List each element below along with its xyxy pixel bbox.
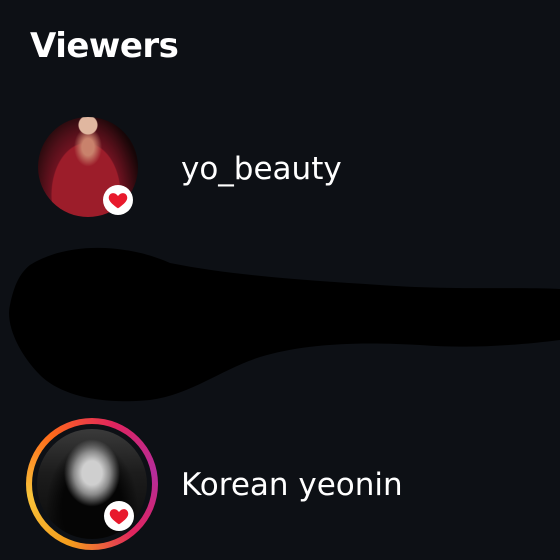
viewers-screen: Viewers yo_beauty Korean yeonin bbox=[0, 0, 560, 560]
heart-icon bbox=[108, 193, 128, 209]
viewer-row[interactable]: Korean yeonin bbox=[0, 418, 560, 550]
page-title: Viewers bbox=[30, 26, 179, 66]
viewer-username[interactable]: Korean yeonin bbox=[181, 467, 403, 503]
viewer-row[interactable]: yo_beauty bbox=[0, 115, 560, 225]
liked-badge bbox=[104, 501, 134, 531]
heart-icon bbox=[109, 509, 129, 525]
liked-badge bbox=[103, 185, 133, 215]
viewer-username[interactable]: yo_beauty bbox=[181, 151, 342, 187]
redaction-overlay bbox=[9, 247, 560, 402]
